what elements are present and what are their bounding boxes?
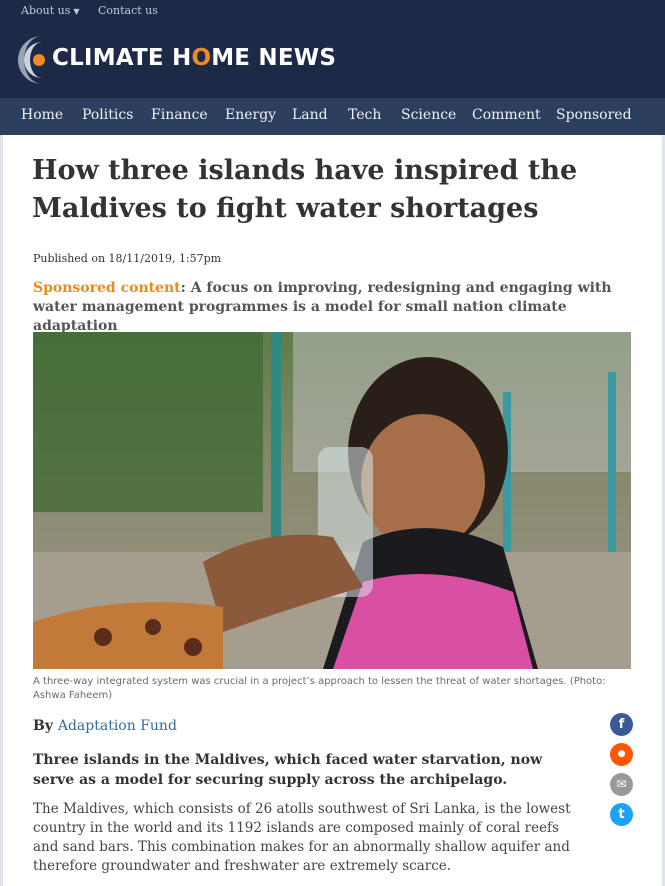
sponsored-label: Sponsored content (33, 280, 181, 296)
nav-comment[interactable]: Comment (472, 107, 541, 123)
email-share-icon[interactable]: ✉ (610, 773, 633, 796)
site-title-part1: CLIMATE H (52, 45, 192, 71)
nav-politics[interactable]: Politics (82, 107, 133, 123)
about-us-menu[interactable]: About us ▼ (21, 4, 80, 17)
nav-tech[interactable]: Tech (348, 107, 381, 123)
twitter-share-icon[interactable]: t (610, 803, 633, 826)
reddit-share-icon[interactable]: ● (610, 743, 633, 766)
facebook-share-icon[interactable]: f (610, 713, 633, 736)
byline: By Adaptation Fund (33, 718, 177, 734)
article-paragraph-1: The Maldives, which consists of 26 atoll… (33, 801, 571, 874)
article-standfirst: Sponsored content: A focus on improving,… (33, 279, 613, 336)
site-title-o: O (191, 45, 212, 71)
article-lede: Three islands in the Maldives, which fac… (33, 752, 543, 788)
article-title: How three islands have inspired the Mald… (32, 155, 578, 224)
article-photo (33, 332, 631, 669)
published-date: Published on 18/11/2019, 1:57pm (33, 252, 222, 265)
byline-prefix: By (33, 718, 58, 734)
site-title-part2: ME NEWS (211, 45, 337, 71)
nav-science[interactable]: Science (401, 107, 456, 123)
site-title[interactable]: CLIMATE HOME NEWS (52, 45, 336, 71)
article-photo-illustration (33, 332, 631, 669)
nav-energy[interactable]: Energy (225, 107, 276, 123)
chevron-down-icon: ▼ (73, 7, 80, 16)
contact-us-link[interactable]: Contact us (98, 4, 158, 17)
about-us-label: About us (21, 4, 71, 17)
author-link[interactable]: Adaptation Fund (58, 718, 177, 734)
nav-land[interactable]: Land (292, 107, 328, 123)
nav-home[interactable]: Home (21, 107, 63, 123)
photo-caption: A three-way integrated system was crucia… (33, 676, 606, 701)
nav-sponsored[interactable]: Sponsored (556, 107, 632, 123)
nav-finance[interactable]: Finance (151, 107, 208, 123)
